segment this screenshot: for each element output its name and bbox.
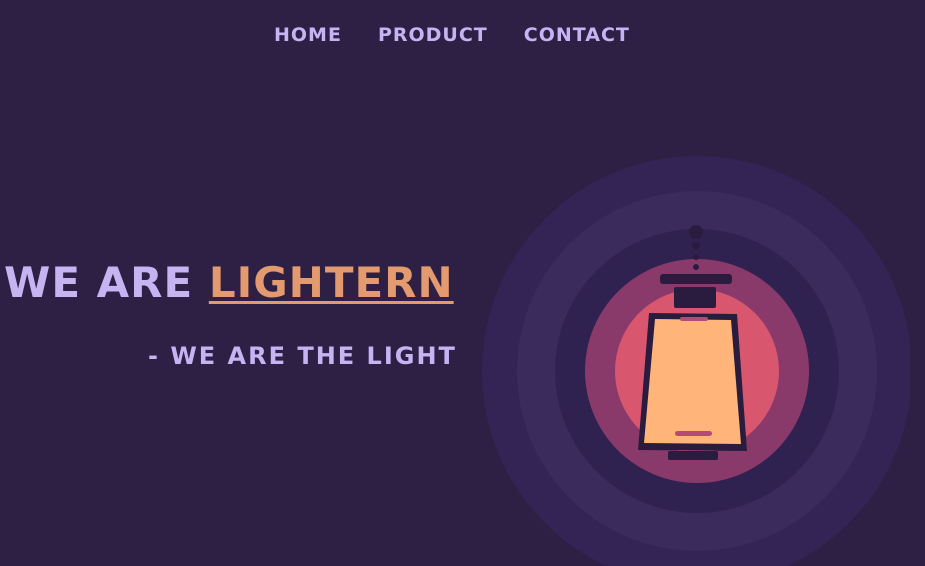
lantern-cap-neck xyxy=(674,287,716,308)
lantern-icon xyxy=(482,156,910,566)
lantern-highlight-bottom xyxy=(675,431,712,436)
hero-tagline: - WE ARE THE LIGHT xyxy=(148,342,457,370)
hero-headline: WE ARE LIGHTERN xyxy=(4,258,454,308)
nav-home-link[interactable]: HOME xyxy=(274,22,342,48)
lantern-cap-top xyxy=(660,274,732,284)
brand-name: LIGHTERN xyxy=(208,258,454,307)
top-nav: HOME PRODUCT CONTACT xyxy=(274,22,630,48)
chain-dot-4 xyxy=(693,264,699,270)
lantern-glass xyxy=(644,319,741,444)
chain-dot-2 xyxy=(692,242,700,250)
lantern-base xyxy=(668,451,718,460)
lantern-highlight-top xyxy=(680,317,708,321)
chain-dot-3 xyxy=(693,254,699,260)
headline-prefix: WE ARE xyxy=(4,258,194,307)
chain-dot-top xyxy=(689,225,703,239)
nav-product-link[interactable]: PRODUCT xyxy=(378,22,488,48)
nav-contact-link[interactable]: CONTACT xyxy=(524,22,630,48)
